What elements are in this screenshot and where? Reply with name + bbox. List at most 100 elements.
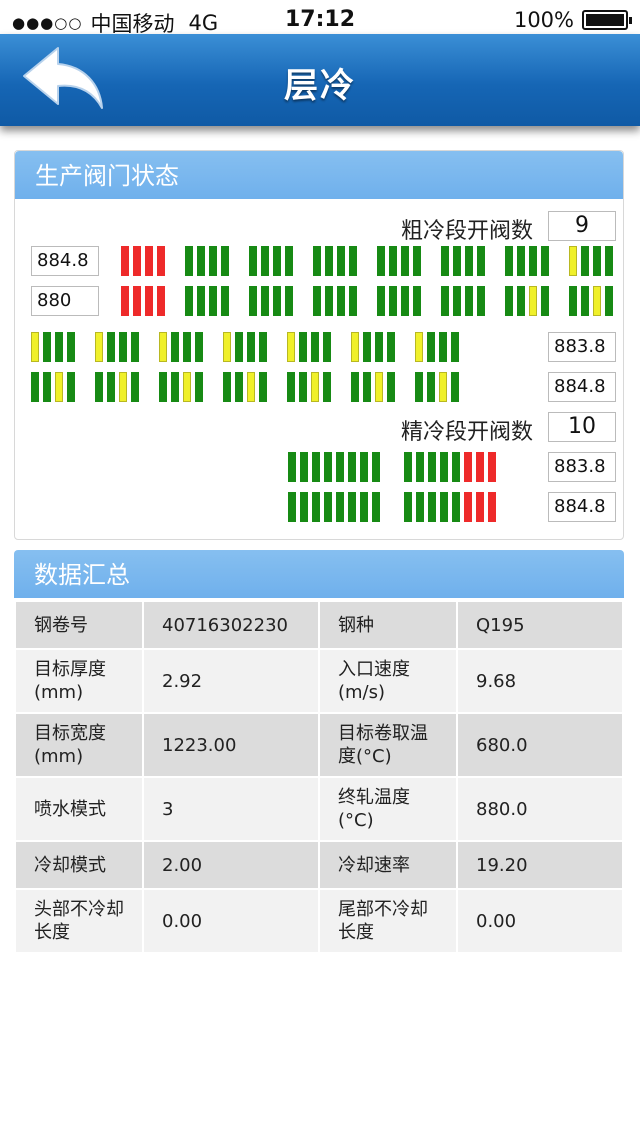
valve-group <box>351 332 399 362</box>
valve-group <box>223 372 271 402</box>
valve-indicator-green <box>349 286 357 316</box>
valve-indicator-green <box>273 246 281 276</box>
coarse-row1-value: 884.8 <box>31 246 99 276</box>
valve-group <box>159 332 207 362</box>
valve-indicator-green <box>453 246 461 276</box>
valve-group <box>121 246 169 276</box>
valve-indicator-green <box>259 372 267 402</box>
fine-row2-value: 884.8 <box>548 492 616 522</box>
valve-indicator-green <box>377 246 385 276</box>
coarse-row2-value: 880 <box>31 286 99 316</box>
valve-indicator-green <box>360 492 368 522</box>
valve-indicator-red <box>121 246 129 276</box>
valve-indicator-red <box>157 286 165 316</box>
valve-indicator-green <box>451 372 459 402</box>
valve-indicator-green <box>261 246 269 276</box>
valve-indicator-green <box>67 332 75 362</box>
valve-indicator-green <box>171 332 179 362</box>
valve-indicator-red <box>133 286 141 316</box>
valve-group <box>223 332 271 362</box>
valve-group <box>287 372 335 402</box>
valve-indicator-green <box>349 246 357 276</box>
table-label: 终轧温度(°C) <box>318 776 458 842</box>
valve-indicator-green <box>389 286 397 316</box>
valve-indicator-red <box>121 286 129 316</box>
valve-indicator-yellow <box>593 286 601 316</box>
valve-indicator-green <box>324 452 332 482</box>
data-summary-table: 钢卷号 40716302230 钢种 Q195 目标厚度(mm) 2.92 入口… <box>14 600 624 954</box>
valve-indicator-green <box>375 332 383 362</box>
valve-group <box>505 246 553 276</box>
valve-indicator-green <box>235 372 243 402</box>
valve-indicator-red <box>145 286 153 316</box>
valve-group <box>95 332 143 362</box>
valve-group <box>505 286 553 316</box>
valve-indicator-green <box>247 332 255 362</box>
table-value: 9.68 <box>456 648 624 714</box>
valve-group <box>404 452 500 482</box>
valve-indicator-green <box>337 286 345 316</box>
table-value: Q195 <box>456 600 624 650</box>
valve-group <box>249 246 297 276</box>
valve-indicator-green <box>313 286 321 316</box>
table-label: 头部不冷却长度 <box>14 888 144 954</box>
table-row: 目标厚度(mm) 2.92 入口速度(m/s) 9.68 <box>14 648 624 714</box>
valve-indicator-green <box>67 372 75 402</box>
valve-indicator-green <box>185 246 193 276</box>
valve-indicator-green <box>477 246 485 276</box>
valve-indicator-green <box>195 332 203 362</box>
valve-indicator-green <box>325 286 333 316</box>
valve-group <box>185 286 233 316</box>
valve-indicator-green <box>285 286 293 316</box>
valve-indicator-green <box>372 492 380 522</box>
table-label: 钢卷号 <box>14 600 144 650</box>
table-row: 冷却模式 2.00 冷却速率 19.20 <box>14 840 624 890</box>
valve-indicator-green <box>300 492 308 522</box>
valve-group <box>569 286 617 316</box>
table-value: 0.00 <box>456 888 624 954</box>
valve-indicator-green <box>183 332 191 362</box>
valve-indicator-green <box>593 246 601 276</box>
table-label: 目标厚度(mm) <box>14 648 144 714</box>
table-value: 3 <box>142 776 320 842</box>
valve-indicator-green <box>337 246 345 276</box>
valve-group <box>249 286 297 316</box>
valve-group <box>441 246 489 276</box>
valve-indicator-green <box>541 246 549 276</box>
valve-group <box>441 286 489 316</box>
valve-indicator-green <box>336 492 344 522</box>
valve-indicator-green <box>389 246 397 276</box>
valve-indicator-yellow <box>159 332 167 362</box>
valve-indicator-green <box>427 332 435 362</box>
valve-indicator-green <box>401 246 409 276</box>
status-right: 100% <box>514 8 632 32</box>
valve-indicator-green <box>159 372 167 402</box>
valve-group <box>121 286 169 316</box>
valve-indicator-green <box>441 286 449 316</box>
table-value: 0.00 <box>142 888 320 954</box>
valve-group <box>351 372 399 402</box>
fine-open-label: 精冷段开阀数 <box>401 420 534 445</box>
valve-indicator-green <box>581 286 589 316</box>
valve-indicator-green <box>195 372 203 402</box>
valve-indicator-red <box>145 246 153 276</box>
valve-indicator-green <box>288 492 296 522</box>
valve-indicator-green <box>416 452 424 482</box>
valve-indicator-green <box>285 246 293 276</box>
valve-indicator-green <box>95 372 103 402</box>
valve-group <box>288 492 384 522</box>
valve-indicator-green <box>451 332 459 362</box>
table-label: 冷却速率 <box>318 840 458 890</box>
table-label: 目标宽度(mm) <box>14 712 144 778</box>
table-label: 入口速度(m/s) <box>318 648 458 714</box>
battery-icon <box>582 10 632 30</box>
valve-indicator-green <box>119 332 127 362</box>
valve-indicator-green <box>324 492 332 522</box>
valve-indicator-green <box>517 286 525 316</box>
valve-group <box>95 372 143 402</box>
valve-indicator-yellow <box>439 372 447 402</box>
table-value: 680.0 <box>456 712 624 778</box>
valve-indicator-yellow <box>183 372 191 402</box>
valve-indicator-green <box>387 332 395 362</box>
table-value: 2.92 <box>142 648 320 714</box>
